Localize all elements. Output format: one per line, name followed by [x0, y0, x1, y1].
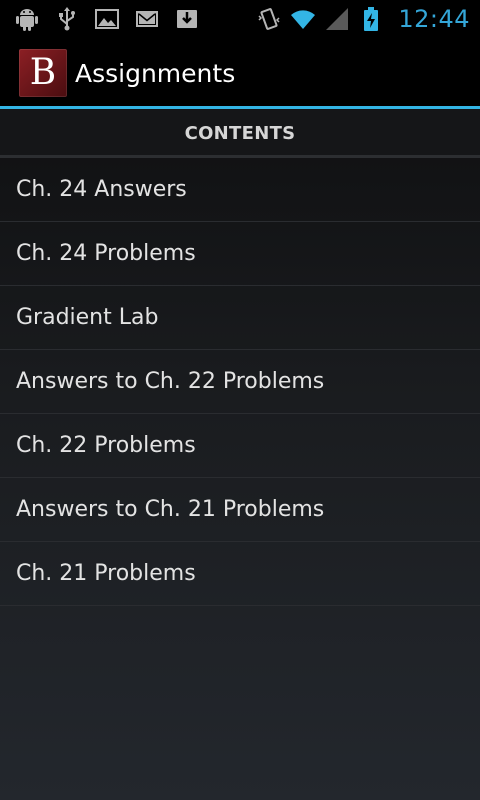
system-icons: 12:44: [256, 5, 480, 33]
section-header: CONTENTS: [0, 109, 480, 157]
page-title: Assignments: [75, 58, 236, 88]
wifi-icon: [290, 6, 316, 32]
assignments-list: Ch. 24 Answers Ch. 24 Problems Gradient …: [0, 158, 480, 606]
list-item-label: Gradient Lab: [16, 305, 159, 330]
list-item[interactable]: Ch. 24 Answers: [0, 158, 480, 222]
gmail-icon: [134, 6, 160, 32]
app-logo-letter: B: [29, 52, 57, 93]
app-logo-icon[interactable]: B: [19, 49, 67, 97]
android-debug-icon: [14, 6, 40, 32]
list-item-label: Answers to Ch. 21 Problems: [16, 497, 325, 522]
list-item-label: Answers to Ch. 22 Problems: [16, 369, 325, 394]
screen: 12:44 B Assignments CONTENTS Ch. 24 Answ…: [0, 0, 480, 800]
list-item[interactable]: Ch. 22 Problems: [0, 414, 480, 478]
section-header-label: CONTENTS: [184, 122, 296, 144]
vibrate-icon: [256, 6, 282, 32]
list-item-label: Ch. 24 Answers: [16, 177, 187, 202]
list-item[interactable]: Answers to Ch. 21 Problems: [0, 478, 480, 542]
list-item-label: Ch. 21 Problems: [16, 561, 196, 586]
list-item-label: Ch. 24 Problems: [16, 241, 196, 266]
notification-icons: [0, 6, 200, 32]
list-item[interactable]: Answers to Ch. 22 Problems: [0, 350, 480, 414]
battery-charging-icon: [358, 6, 384, 32]
signal-icon: [324, 6, 350, 32]
list-item[interactable]: Ch. 21 Problems: [0, 542, 480, 606]
download-icon: [174, 6, 200, 32]
usb-icon: [54, 6, 80, 32]
image-icon: [94, 6, 120, 32]
list-item[interactable]: Ch. 24 Problems: [0, 222, 480, 286]
status-bar: 12:44: [0, 0, 480, 38]
action-bar: B Assignments: [0, 38, 480, 108]
list-item[interactable]: Gradient Lab: [0, 286, 480, 350]
status-clock: 12:44: [398, 5, 470, 33]
list-item-label: Ch. 22 Problems: [16, 433, 196, 458]
